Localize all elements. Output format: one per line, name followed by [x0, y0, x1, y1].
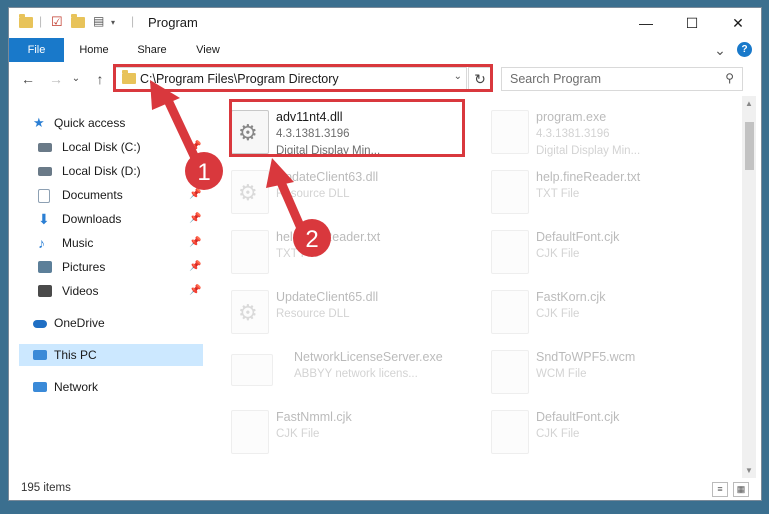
- cjk-file-icon: [491, 410, 529, 454]
- sidebar-item-downloads[interactable]: ⬇ Downloads 📌: [9, 208, 203, 230]
- music-icon: ♪: [38, 235, 45, 251]
- documents-icon: [38, 189, 50, 203]
- file-item-updateclient63-dll[interactable]: ⚙ UpdateClient63.dll Resource DLL: [209, 164, 449, 220]
- details-view-icon[interactable]: ≡: [712, 482, 728, 497]
- dll-file-icon: ⚙: [231, 290, 269, 334]
- sidebar-item-videos[interactable]: Videos 📌: [9, 280, 203, 302]
- ribbon-tabs: File Home Share View ⌄ ?: [9, 38, 761, 63]
- sidebar-item-documents[interactable]: Documents 📌: [9, 184, 203, 206]
- cjk-file-icon: [491, 290, 529, 334]
- pictures-icon: [38, 261, 52, 273]
- pin-icon[interactable]: 📌: [189, 208, 201, 230]
- divider: |: [39, 14, 43, 28]
- pin-icon[interactable]: 📌: [189, 256, 201, 278]
- pin-icon[interactable]: 📌: [189, 184, 201, 206]
- file-item-updateclient65-dll[interactable]: ⚙ UpdateClient65.dll Resource DLL: [209, 284, 449, 340]
- title-bar: | ☑ ▤ ▾ | Program — ☐ ✕: [9, 8, 761, 38]
- pin-icon[interactable]: 📌: [189, 136, 201, 158]
- tab-home[interactable]: Home: [69, 38, 119, 62]
- file-item-program-exe[interactable]: program.exe 4.3.1381.3196 Digital Displa…: [469, 104, 709, 160]
- drive-icon: [38, 167, 52, 176]
- exe-file-icon: [231, 354, 273, 386]
- file-highlight-box: [229, 99, 465, 157]
- sidebar-item-this-pc[interactable]: This PC: [19, 344, 203, 366]
- sidebar-item-quick-access[interactable]: ★ Quick access: [9, 112, 203, 134]
- tab-file[interactable]: File: [9, 38, 64, 62]
- file-item-help-finereader-txt[interactable]: help.fineReader.txt TXT File: [469, 164, 709, 220]
- scrollbar-thumb[interactable]: [745, 122, 754, 170]
- recent-locations-button[interactable]: ⌄: [67, 70, 85, 88]
- help-icon[interactable]: ?: [737, 42, 752, 57]
- sidebar-item-local-disk-d[interactable]: Local Disk (D:) 📌: [9, 160, 203, 182]
- onedrive-icon: [33, 320, 47, 328]
- divider: |: [131, 14, 135, 28]
- dll-file-icon: ⚙: [231, 170, 269, 214]
- navigation-bar: ← → ⌄ ↑ C:\Program Files\Program Directo…: [9, 62, 761, 96]
- pin-icon[interactable]: 📌: [189, 160, 201, 182]
- back-button[interactable]: ←: [19, 70, 37, 88]
- address-highlight-box: [113, 64, 493, 92]
- sidebar-item-onedrive[interactable]: OneDrive: [9, 312, 203, 334]
- tiles-view-icon[interactable]: ▦: [733, 482, 749, 497]
- close-button[interactable]: ✕: [715, 8, 761, 38]
- file-item-help-finereader-txt[interactable]: help.fineReader.txt TXT File: [209, 224, 449, 280]
- scroll-up-icon[interactable]: ▲: [745, 99, 753, 108]
- forward-button[interactable]: →: [47, 70, 65, 88]
- window-title: Program: [148, 15, 198, 30]
- downloads-icon: ⬇: [38, 211, 50, 227]
- search-box[interactable]: Search Program ⚲: [501, 67, 743, 91]
- up-button[interactable]: ↑: [91, 70, 109, 88]
- txt-file-icon: [491, 170, 529, 214]
- cjk-file-icon: [491, 230, 529, 274]
- wcm-file-icon: [491, 350, 529, 394]
- pin-icon[interactable]: 📌: [189, 232, 201, 254]
- tab-share[interactable]: Share: [127, 38, 177, 62]
- file-item-defaultfont-cjk[interactable]: DefaultFont.cjk CJK File: [469, 404, 709, 460]
- tab-view[interactable]: View: [184, 38, 232, 62]
- status-bar: 195 items ≡ ▦: [9, 478, 761, 500]
- computer-icon: [33, 350, 47, 360]
- scroll-down-icon[interactable]: ▼: [745, 466, 753, 475]
- maximize-button[interactable]: ☐: [669, 8, 715, 38]
- customize-toolbar-icon[interactable]: ▾: [111, 18, 115, 36]
- file-item-fastkorn-cjk[interactable]: FastKorn.cjk CJK File: [469, 284, 709, 340]
- exe-file-icon: [491, 110, 529, 154]
- file-item-sndtowpf5-wcm[interactable]: SndToWPF5.wcm WCM File: [469, 344, 709, 400]
- file-item-defaultfont-cjk[interactable]: DefaultFont.cjk CJK File: [469, 224, 709, 280]
- sidebar-item-network[interactable]: Network: [9, 376, 203, 398]
- new-folder-icon[interactable]: [71, 14, 85, 32]
- drive-icon: [38, 143, 52, 152]
- network-icon: [33, 382, 47, 392]
- properties-icon[interactable]: ☑: [51, 14, 63, 32]
- cjk-file-icon: [231, 410, 269, 454]
- file-item-networklicenseserver-exe[interactable]: NetworkLicenseServer.exe ABBYY network l…: [209, 344, 449, 400]
- file-list: ⚙ adv11nt4.dll 4.3.1381.3196 Digital Dis…: [209, 96, 742, 478]
- file-item-fastnmml-cjk[interactable]: FastNmml.cjk CJK File: [209, 404, 449, 460]
- view-options-icon[interactable]: ▤: [93, 14, 104, 32]
- minimize-button[interactable]: —: [623, 8, 669, 38]
- explorer-window: | ☑ ▤ ▾ | Program — ☐ ✕ File Home Share …: [9, 8, 761, 500]
- folder-icon: [19, 14, 33, 32]
- videos-icon: [38, 285, 52, 297]
- navigation-pane: ★ Quick access Local Disk (C:) 📌 Local D…: [9, 96, 203, 478]
- sidebar-item-local-disk-c[interactable]: Local Disk (C:) 📌: [9, 136, 203, 158]
- search-input[interactable]: Search Program: [510, 72, 601, 86]
- sidebar-item-music[interactable]: ♪ Music 📌: [9, 232, 203, 254]
- pin-icon[interactable]: 📌: [189, 280, 201, 302]
- vertical-scrollbar[interactable]: ▲ ▼: [742, 96, 756, 478]
- search-icon[interactable]: ⚲: [725, 71, 734, 85]
- txt-file-icon: [231, 230, 269, 274]
- sidebar-item-pictures[interactable]: Pictures 📌: [9, 256, 203, 278]
- ribbon-expand-icon[interactable]: ⌄: [712, 38, 728, 62]
- star-icon: ★: [33, 115, 45, 130]
- item-count: 195 items: [21, 482, 71, 494]
